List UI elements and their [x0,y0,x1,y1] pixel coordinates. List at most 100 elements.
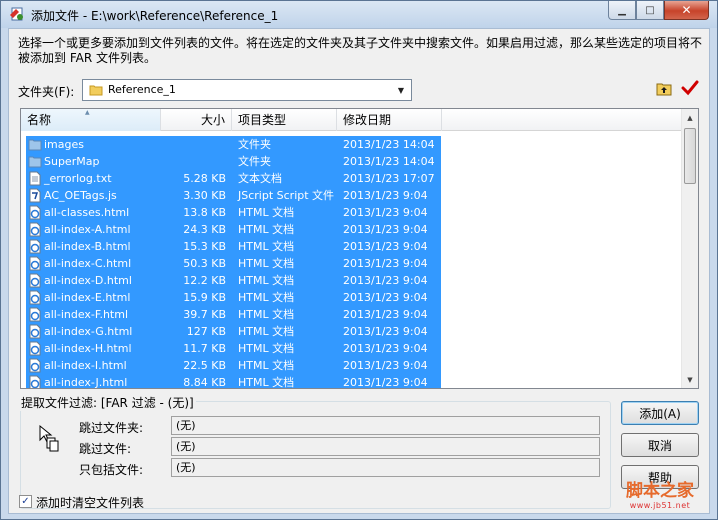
file-row[interactable]: AC_OETags.js 3.30 KB JScript Script 文件 2013… [21,187,682,204]
minimize-button[interactable]: ▁ [608,1,636,20]
up-one-level-icon[interactable] [656,82,672,96]
file-name: all-index-J.html [44,376,128,389]
file-row[interactable]: all-index-C.html 50.3 KB HTML 文档 2013/1/23 … [21,255,682,272]
sort-ascending-icon: ▲ [85,109,90,116]
folder-icon [89,85,103,96]
file-type: 文本文档 [238,172,282,185]
file-list[interactable]: 名称 ▲ 大小 项目类型 修改日期 images 文件夹 2013/1/23 14:… [20,108,699,389]
file-name: all-index-C.html [44,257,132,270]
scroll-down-icon[interactable]: ▼ [682,371,698,388]
file-name: all-classes.html [44,206,130,219]
checkmark-icon[interactable] [681,79,699,97]
folder-combobox[interactable]: Reference_1 ▼ [82,79,412,101]
file-row[interactable]: images 文件夹 2013/1/23 14:04 [21,136,682,153]
file-row[interactable]: all-index-A.html 24.3 KB HTML 文档 2013/1/23 … [21,221,682,238]
file-type: HTML 文档 [238,274,295,287]
file-date: 2013/1/23 9:04 [343,376,428,389]
file-date: 2013/1/23 9:04 [343,359,428,372]
file-name: all-index-I.html [44,359,127,372]
column-header-size[interactable]: 大小 [161,109,232,131]
html-file-icon [28,205,42,220]
add-button[interactable]: 添加(A) [621,401,699,425]
dialog-description: 选择一个或更多要添加到文件列表的文件。将在选定的文件夹及其子文件夹中搜索文件。如… [18,36,703,65]
file-type: JScript Script 文件 [238,189,335,202]
file-row[interactable]: all-index-J.html 8.84 KB HTML 文档 2013/1/23 … [21,374,682,389]
watermark-url: www.jb51.net [629,501,691,510]
file-row[interactable]: all-classes.html 13.8 KB HTML 文档 2013/1/23 … [21,204,682,221]
file-name: images [44,138,84,151]
include-only-label: 只包括文件: [79,463,144,477]
folder-icon [28,137,42,152]
file-type: HTML 文档 [238,223,295,236]
clear-list-checkbox[interactable]: ✓ [19,495,32,508]
file-row[interactable]: all-index-E.html 15.9 KB HTML 文档 2013/1/23 … [21,289,682,306]
file-type: 文件夹 [238,155,271,168]
file-date: 2013/1/23 9:04 [343,257,428,270]
chevron-down-icon[interactable]: ▼ [394,83,408,97]
file-size: 50.3 KB [183,257,226,270]
file-size: 5.28 KB [183,172,226,185]
file-row[interactable]: all-index-B.html 15.3 KB HTML 文档 2013/1/23 … [21,238,682,255]
file-type: HTML 文档 [238,342,295,355]
skip-folders-label: 跳过文件夹: [79,421,144,435]
file-date: 2013/1/23 9:04 [343,240,428,253]
cancel-button[interactable]: 取消 [621,433,699,457]
file-row[interactable]: all-index-F.html 39.7 KB HTML 文档 2013/1/23 … [21,306,682,323]
text-file-icon [28,171,42,186]
file-size: 8.84 KB [183,376,226,389]
column-header-name[interactable]: 名称 [21,109,161,131]
scrollbar-thumb[interactable] [684,128,696,184]
watermark-main: 脚本之家 [626,481,694,501]
file-date: 2013/1/23 14:04 [343,138,435,151]
filter-title: 提取文件过滤: [FAR 过滤 - (无)] [19,394,196,411]
html-file-icon [28,358,42,373]
add-files-app-icon [10,7,23,21]
html-file-icon [28,256,42,271]
file-date: 2013/1/23 9:04 [343,325,428,338]
file-type: HTML 文档 [238,308,295,321]
skip-files-label: 跳过文件: [79,442,132,456]
file-size: 3.30 KB [183,189,226,202]
html-file-icon [28,222,42,237]
file-name: all-index-B.html [44,240,131,253]
file-size: 11.7 KB [183,342,226,355]
list-header: 名称 ▲ 大小 项目类型 修改日期 [21,109,682,131]
file-name: all-index-F.html [44,308,128,321]
maximize-button[interactable]: □ [636,1,664,20]
file-size: 13.8 KB [183,206,226,219]
file-row[interactable]: all-index-G.html 127 KB HTML 文档 2013/1/23 9… [21,323,682,340]
file-row[interactable]: all-index-I.html 22.5 KB HTML 文档 2013/1/23 … [21,357,682,374]
file-name: all-index-A.html [44,223,131,236]
file-size: 22.5 KB [183,359,226,372]
close-button[interactable]: ✕ [664,1,709,20]
file-date: 2013/1/23 9:04 [343,223,428,236]
file-size: 127 KB [186,325,226,338]
html-file-icon [28,324,42,339]
folder-label: 文件夹(F): [18,85,75,99]
title-bar[interactable]: 添加文件 - E:\work\Reference\Reference_1 ▁ □… [1,1,717,28]
file-type: HTML 文档 [238,325,295,338]
file-name: all-index-E.html [44,291,131,304]
file-date: 2013/1/23 14:04 [343,155,435,168]
vertical-scrollbar[interactable]: ▲ ▼ [681,109,698,388]
column-header-type[interactable]: 项目类型 [232,109,337,131]
file-date: 2013/1/23 9:04 [343,291,428,304]
file-row[interactable]: SuperMap 文件夹 2013/1/23 14:04 [21,153,682,170]
file-type: HTML 文档 [238,291,295,304]
scroll-up-icon[interactable]: ▲ [682,109,698,126]
file-size: 39.7 KB [183,308,226,321]
file-row[interactable]: all-index-D.html 12.2 KB HTML 文档 2013/1/23 … [21,272,682,289]
file-row[interactable]: _errorlog.txt 5.28 KB 文本文档 2013/1/23 17:07 [21,170,682,187]
html-file-icon [28,290,42,305]
column-header-date[interactable]: 修改日期 [337,109,442,131]
dialog-client-area: 选择一个或更多要添加到文件列表的文件。将在选定的文件夹及其子文件夹中搜索文件。如… [8,28,710,514]
include-only-field: (无) [171,458,600,477]
list-rows: images 文件夹 2013/1/23 14:04 SuperMap 文件夹 2013/… [21,136,682,389]
clear-list-label[interactable]: 添加时清空文件列表 [36,494,144,511]
script-file-icon [28,188,42,203]
file-type: HTML 文档 [238,206,295,219]
file-row[interactable]: all-index-H.html 11.7 KB HTML 文档 2013/1/23 … [21,340,682,357]
file-date: 2013/1/23 9:04 [343,342,428,355]
filter-pointer-icon [39,424,59,452]
file-name: all-index-H.html [44,342,132,355]
